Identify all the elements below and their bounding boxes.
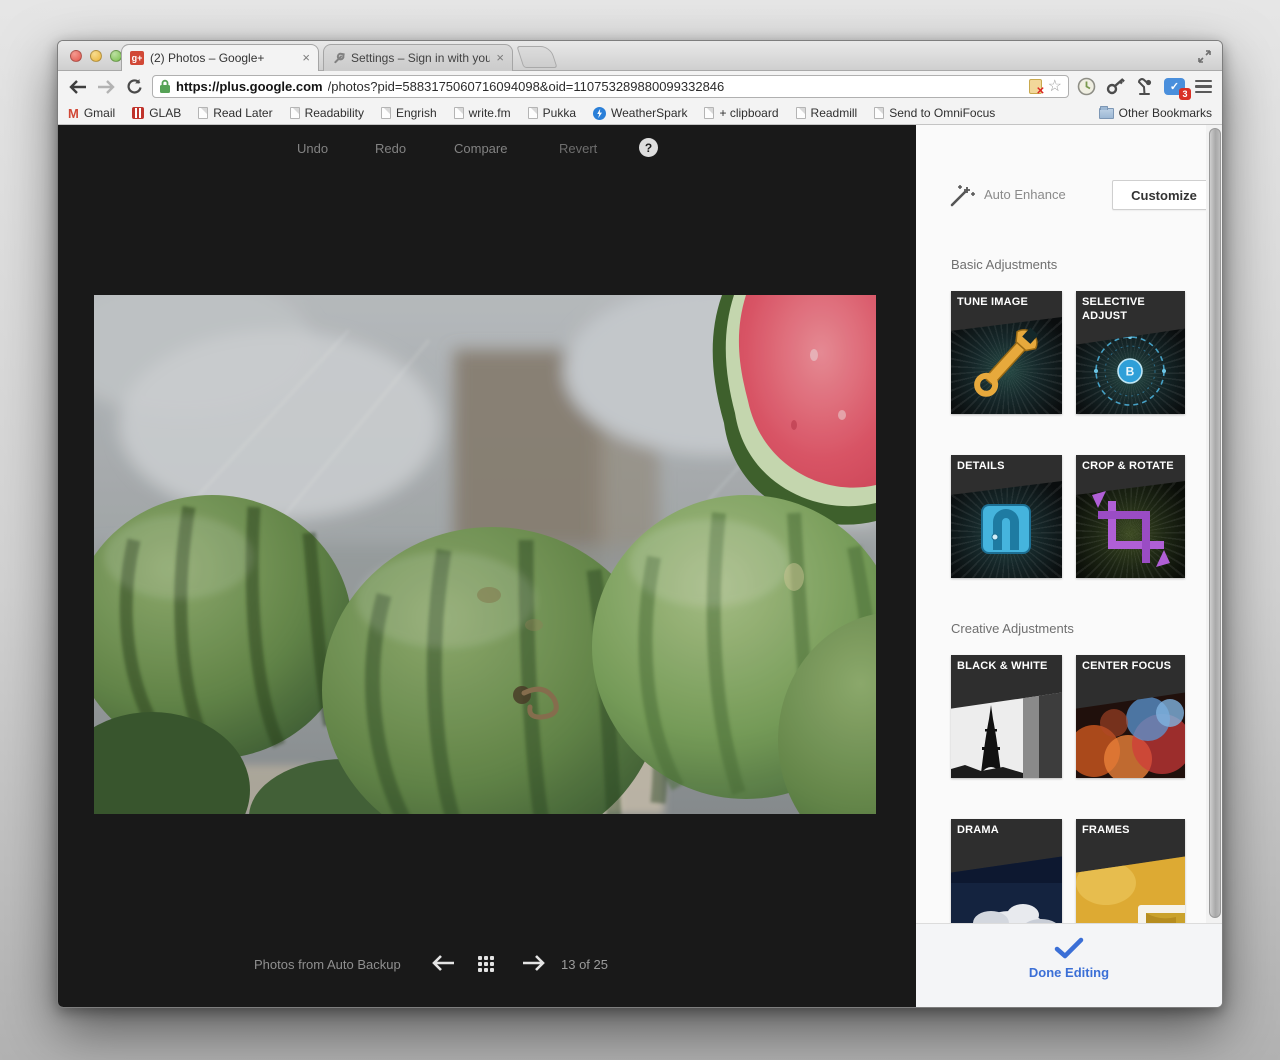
tile-details[interactable]: DETAILS	[951, 455, 1062, 578]
grid-view-button[interactable]	[478, 956, 494, 972]
back-button[interactable]	[68, 77, 88, 97]
section-title-creative: Creative Adjustments	[951, 621, 1074, 636]
editor-toolbar: Undo Redo Compare Revert ?	[58, 138, 916, 160]
previous-photo-button[interactable]	[432, 954, 456, 975]
forward-button[interactable]	[96, 77, 116, 97]
bookmark-star-icon[interactable]: ☆	[1048, 79, 1062, 95]
close-tab-icon[interactable]: ×	[496, 53, 504, 63]
new-tab-button[interactable]	[516, 46, 557, 68]
magic-wand-icon	[948, 183, 976, 209]
photo-editor-canvas: Undo Redo Compare Revert ?	[58, 125, 916, 1008]
history-clock-icon[interactable]	[1077, 77, 1096, 96]
url-path: /photos?pid=5883175060716094098&oid=1107…	[328, 79, 1024, 94]
bookmark-writefm[interactable]: write.fm	[454, 106, 511, 120]
wrench-favicon-icon	[332, 52, 345, 65]
tile-black-white[interactable]: BLACK & WHITE	[951, 655, 1062, 778]
minimize-window-button[interactable]	[90, 50, 102, 62]
url-host: https://plus.google.com	[176, 79, 323, 94]
next-photo-button[interactable]	[521, 954, 545, 975]
bookmark-omnifocus[interactable]: Send to OmniFocus	[874, 106, 995, 120]
notification-badge: 3	[1179, 88, 1191, 100]
bookmark-gmail[interactable]: MGmail	[68, 106, 115, 121]
chrome-menu-icon[interactable]	[1195, 80, 1212, 94]
page-icon	[381, 107, 391, 119]
adjustments-panel: Auto Enhance Customize Basic Adjustments…	[916, 125, 1206, 1008]
page-content: Undo Redo Compare Revert ?	[58, 125, 1222, 1007]
scrollbar-thumb[interactable]	[1209, 128, 1221, 918]
tab-settings[interactable]: Settings – Sign in with you ×	[323, 44, 513, 71]
address-bar[interactable]: https://plus.google.com/photos?pid=58831…	[152, 75, 1069, 98]
titlebar: g+ (2) Photos – Google+ × Settings – Sig…	[58, 41, 1222, 71]
window-controls	[70, 50, 122, 62]
tile-crop-rotate[interactable]: CROP & ROTATE	[1076, 455, 1185, 578]
bookmark-engrish[interactable]: Engrish	[381, 106, 437, 120]
section-title-basic: Basic Adjustments	[951, 257, 1057, 272]
bookmark-read-later[interactable]: Read Later	[198, 106, 272, 120]
tile-tune-image[interactable]: TUNE IMAGE	[951, 291, 1062, 414]
done-editing-button[interactable]: Done Editing	[916, 923, 1222, 1008]
bookmark-readability[interactable]: Readability	[290, 106, 364, 120]
editor-bottom-bar: Photos from Auto Backup 13 of 25	[58, 953, 916, 977]
googleplus-favicon-icon: g+	[130, 51, 144, 65]
glab-icon	[132, 107, 144, 119]
auto-enhance-button[interactable]: Auto Enhance	[984, 187, 1066, 202]
notifications-bubble-icon[interactable]: ✓ 3	[1164, 78, 1185, 95]
tile-selective-adjust[interactable]: SELECTIVE ADJUST B	[1076, 291, 1185, 414]
lamp-icon[interactable]	[1136, 77, 1154, 96]
photo-counter: 13 of 25	[561, 957, 608, 972]
redo-button[interactable]: Redo	[375, 141, 406, 156]
close-window-button[interactable]	[70, 50, 82, 62]
sharpener-icon	[951, 479, 1062, 578]
edited-photo	[94, 295, 876, 814]
tab-title: (2) Photos – Google+	[150, 51, 296, 65]
selective-adjust-target-icon: B	[1076, 325, 1185, 414]
album-name: Photos from Auto Backup	[254, 957, 401, 972]
bookmark-readmill[interactable]: Readmill	[796, 106, 858, 120]
gmail-icon: M	[68, 106, 79, 121]
folder-icon	[1099, 108, 1114, 119]
browser-window: g+ (2) Photos – Google+ × Settings – Sig…	[57, 40, 1223, 1008]
close-tab-icon[interactable]: ×	[302, 53, 310, 63]
wrench-tool-icon	[951, 315, 1062, 414]
undo-button[interactable]: Undo	[297, 141, 328, 156]
page-icon	[454, 107, 464, 119]
bookmark-pukka[interactable]: Pukka	[528, 106, 576, 120]
crop-rotate-icon	[1076, 479, 1185, 578]
done-editing-label: Done Editing	[916, 965, 1222, 980]
other-bookmarks[interactable]: Other Bookmarks	[1099, 106, 1212, 120]
tile-center-focus[interactable]: CENTER FOCUS	[1076, 655, 1185, 778]
customize-button[interactable]: Customize	[1112, 180, 1216, 210]
reload-button[interactable]	[124, 77, 144, 97]
weatherspark-icon	[593, 107, 606, 120]
https-lock-icon	[159, 79, 171, 94]
help-button[interactable]: ?	[639, 138, 658, 157]
nav-toolbar: https://plus.google.com/photos?pid=58831…	[58, 71, 1222, 102]
bookmark-glab[interactable]: GLAB	[132, 106, 181, 120]
extension-icons: ✓ 3	[1077, 77, 1212, 96]
page-scrollbar[interactable]	[1206, 125, 1223, 923]
blocked-cookies-icon[interactable]	[1029, 79, 1042, 94]
revert-button[interactable]: Revert	[559, 141, 597, 156]
bookmarks-bar: MGmail GLAB Read Later Readability Engri…	[58, 102, 1222, 125]
bookmark-weatherspark[interactable]: WeatherSpark	[593, 106, 687, 120]
svg-text:B: B	[1126, 365, 1135, 379]
page-icon	[874, 107, 884, 119]
tab-title: Settings – Sign in with you	[351, 51, 490, 65]
fullscreen-icon[interactable]	[1197, 49, 1212, 64]
page-icon	[704, 107, 714, 119]
center-focus-sample-image	[1076, 689, 1185, 778]
page-icon	[198, 107, 208, 119]
key-icon[interactable]	[1106, 77, 1126, 96]
bookmark-clipboard[interactable]: + clipboard	[704, 106, 778, 120]
page-icon	[290, 107, 300, 119]
page-icon	[528, 107, 538, 119]
check-icon: ✓	[1170, 80, 1179, 93]
check-icon	[1054, 937, 1084, 959]
black-white-sample-image	[951, 689, 1062, 778]
tab-photos[interactable]: g+ (2) Photos – Google+ ×	[121, 44, 319, 71]
compare-button[interactable]: Compare	[454, 141, 507, 156]
page-icon	[796, 107, 806, 119]
